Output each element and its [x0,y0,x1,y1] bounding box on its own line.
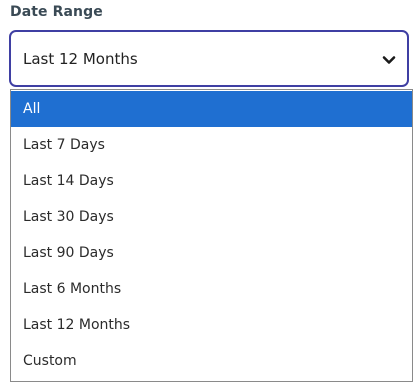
option-last-14-days[interactable]: Last 14 Days [11,163,412,199]
option-last-12-months[interactable]: Last 12 Months [11,307,412,343]
option-last-30-days[interactable]: Last 30 Days [11,199,412,235]
option-last-90-days[interactable]: Last 90 Days [11,235,412,271]
date-range-options-list: All Last 7 Days Last 14 Days Last 30 Day… [10,89,413,382]
option-custom[interactable]: Custom [11,343,412,379]
date-range-label: Date Range [10,4,103,20]
chevron-down-icon[interactable] [381,52,397,68]
option-last-7-days[interactable]: Last 7 Days [11,127,412,163]
selected-value: Last 12 Months [23,50,138,68]
date-range-filter: Date Range Last 12 Months All Last 7 Day… [0,0,414,383]
option-all[interactable]: All [11,91,412,127]
option-last-6-months[interactable]: Last 6 Months [11,271,412,307]
date-range-select[interactable]: Last 12 Months [9,30,409,87]
